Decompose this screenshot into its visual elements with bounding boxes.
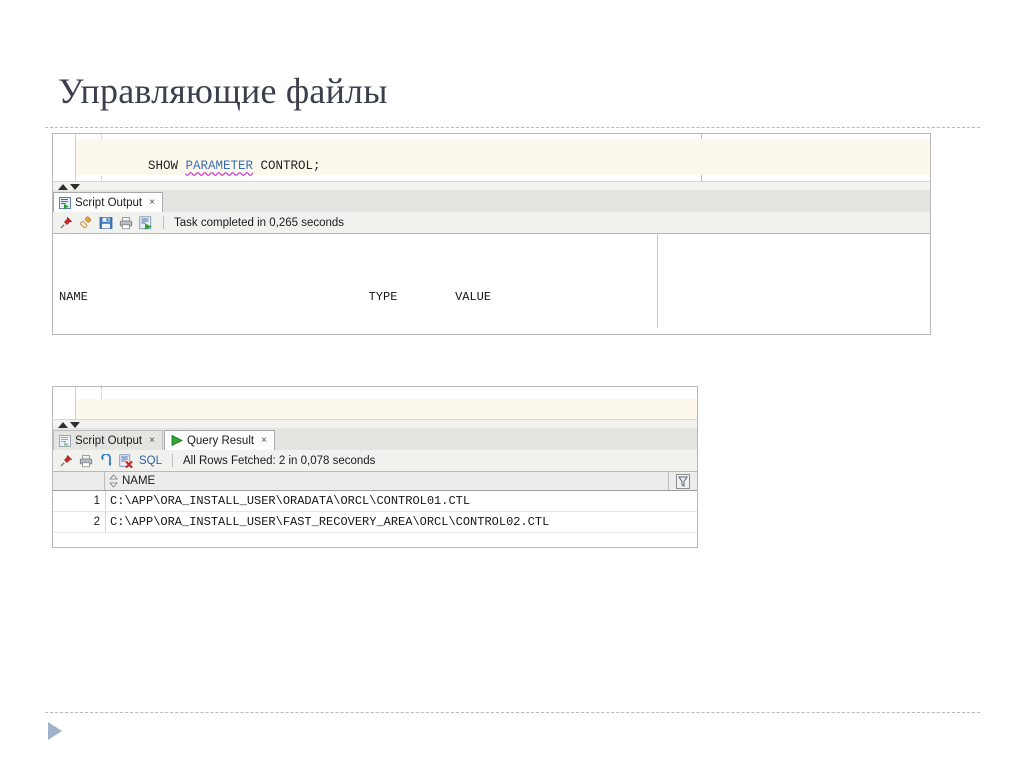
pin-icon[interactable] bbox=[59, 454, 73, 468]
table-row[interactable]: 2 C:\APP\ORA_INSTALL_USER\FAST_RECOVERY_… bbox=[53, 512, 697, 533]
tab-query-result[interactable]: Query Result × bbox=[163, 430, 275, 450]
sql-worksheet-panel-1: SHOW PARAMETER CONTROL; Script Output × bbox=[52, 133, 931, 335]
output-tabstrip-2: Script Output × Query Result × bbox=[52, 428, 698, 450]
panel-splitter-1[interactable] bbox=[52, 181, 931, 190]
sql-code-line-1[interactable]: SHOW PARAMETER CONTROL; bbox=[76, 139, 930, 175]
panel-splitter-2[interactable] bbox=[52, 419, 698, 428]
script-output-icon bbox=[59, 434, 71, 447]
cell-name[interactable]: C:\APP\ORA_INSTALL_USER\ORADATA\ORCL\CON… bbox=[105, 491, 697, 511]
filter-icon bbox=[676, 473, 690, 489]
sql-editor-1[interactable]: SHOW PARAMETER CONTROL; bbox=[52, 133, 931, 181]
script-output-toolbar-1: Task completed in 0,265 seconds bbox=[52, 212, 931, 234]
script-output-body-1: NAME TYPE VALUE ------------------------… bbox=[52, 234, 931, 335]
grid-column-header-name[interactable]: NAME bbox=[105, 472, 669, 490]
query-status-text: All Rows Fetched: 2 in 0,078 seconds bbox=[183, 454, 376, 467]
tab-label: Script Output bbox=[75, 196, 143, 209]
editor-gutter bbox=[53, 387, 76, 419]
eraser-icon[interactable] bbox=[79, 215, 93, 230]
grid-header-row: NAME bbox=[53, 472, 697, 491]
grid-column-label: NAME bbox=[122, 475, 156, 487]
print-icon[interactable] bbox=[79, 454, 93, 468]
tab-script-output-2[interactable]: Script Output × bbox=[53, 430, 163, 450]
grid-empty-space bbox=[53, 533, 697, 547]
row-number: 1 bbox=[93, 495, 100, 507]
tab-close-icon[interactable]: × bbox=[149, 197, 155, 208]
table-row[interactable]: 1 C:\APP\ORA_INSTALL_USER\ORADATA\ORCL\C… bbox=[53, 491, 697, 512]
output-tabstrip-1: Script Output × bbox=[52, 190, 931, 212]
pin-icon[interactable] bbox=[59, 216, 73, 230]
tab-label: Query Result bbox=[186, 434, 255, 447]
sql-token-show: SHOW bbox=[148, 159, 186, 173]
save-icon[interactable] bbox=[99, 216, 113, 230]
tab-script-output-1[interactable]: Script Output × bbox=[53, 192, 163, 212]
script-status-text: Task completed in 0,265 seconds bbox=[174, 216, 345, 229]
toolbar-separator bbox=[163, 216, 164, 229]
output-column-split bbox=[657, 234, 658, 328]
sql-token-control: CONTROL; bbox=[253, 159, 321, 173]
tab-close-icon[interactable]: × bbox=[261, 435, 267, 446]
query-result-toolbar: SQL All Rows Fetched: 2 in 0,078 seconds bbox=[52, 450, 698, 472]
print-icon[interactable] bbox=[119, 216, 133, 230]
clear-script-icon[interactable] bbox=[119, 453, 133, 468]
toolbar-separator bbox=[172, 454, 174, 467]
query-result-icon bbox=[170, 434, 183, 447]
next-slide-arrow-icon[interactable] bbox=[48, 722, 62, 740]
grid-corner-cell bbox=[53, 472, 105, 490]
page-title: Управляющие файлы bbox=[58, 71, 388, 111]
row-number: 2 bbox=[93, 516, 100, 528]
script-output-icon bbox=[59, 196, 71, 209]
query-result-grid[interactable]: NAME 1 C:\APP\ORA_INSTALL_USER\ORADATA\O… bbox=[52, 472, 698, 548]
sql-mode-label[interactable]: SQL bbox=[139, 455, 162, 467]
tab-label: Script Output bbox=[75, 434, 143, 447]
editor-gutter bbox=[53, 134, 76, 181]
refresh-icon[interactable] bbox=[99, 452, 113, 468]
run-script-icon[interactable] bbox=[139, 215, 153, 230]
divider-bottom bbox=[45, 712, 980, 713]
sql-code-line-2[interactable]: SELECT NAME FROM V$CONTROLFILE; bbox=[76, 399, 697, 436]
grid-filter-button[interactable] bbox=[669, 472, 697, 490]
sort-indicator-icon[interactable] bbox=[109, 474, 118, 488]
sql-worksheet-panel-2: SELECT NAME FROM V$CONTROLFILE; Script O… bbox=[52, 386, 698, 548]
divider-top bbox=[45, 127, 980, 128]
sql-token-parameter: PARAMETER bbox=[185, 159, 254, 173]
cell-name[interactable]: C:\APP\ORA_INSTALL_USER\FAST_RECOVERY_AR… bbox=[105, 512, 697, 532]
tab-close-icon[interactable]: × bbox=[149, 435, 155, 446]
sql-editor-2[interactable]: SELECT NAME FROM V$CONTROLFILE; bbox=[52, 386, 698, 436]
script-output-header: NAME TYPE VALUE bbox=[59, 290, 492, 304]
